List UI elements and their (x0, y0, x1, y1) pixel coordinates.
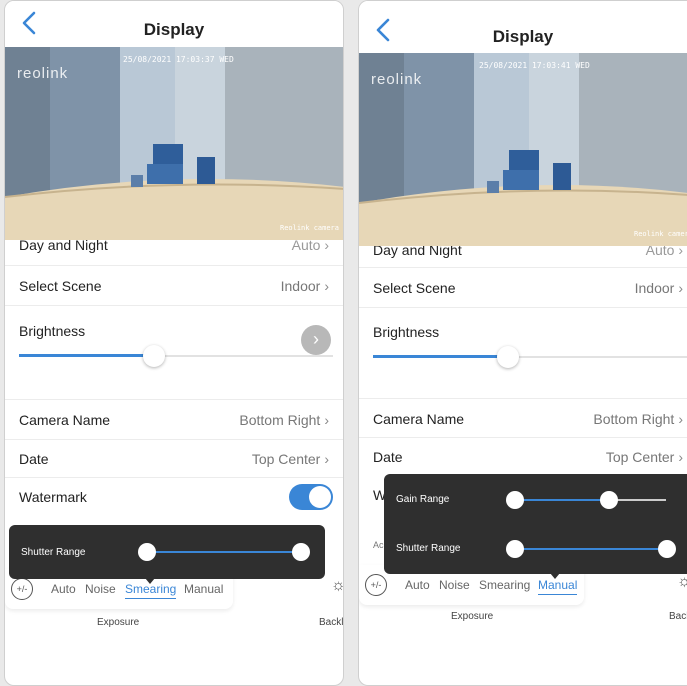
camera-name-row[interactable]: Camera Name Bottom Right › (359, 400, 687, 438)
camera-name-value: Bottom Right › (593, 411, 683, 427)
select-scene-label: Select Scene (19, 278, 102, 294)
gain-range-fill (516, 499, 609, 501)
shutter-range-track[interactable] (516, 548, 668, 550)
shutter-range-min-thumb[interactable] (506, 540, 524, 558)
camera-name-label: Camera Name (19, 412, 111, 428)
divider (359, 267, 687, 268)
watermark-label: Watermark (19, 489, 87, 505)
camera-name-row[interactable]: Camera Name Bottom Right › (5, 401, 343, 439)
date-value: Top Center › (251, 451, 329, 467)
phone-screen-right: Display 25/08/2021 17:03:41 WED reolink … (358, 0, 687, 686)
camera-name-value: Bottom Right › (239, 412, 329, 428)
range-popup: Gain Range Shutter Range (384, 474, 687, 574)
gain-range-max-thumb[interactable] (600, 491, 618, 509)
tab-auto[interactable]: Auto (405, 578, 430, 592)
header: Display (5, 1, 343, 47)
date-label: Date (373, 449, 403, 465)
date-label: Date (19, 451, 49, 467)
shutter-range-max-thumb[interactable] (658, 540, 676, 558)
chevron-right-icon: › (324, 451, 329, 467)
video-timestamp: 25/08/2021 17:03:37 WED (123, 55, 234, 64)
date-row[interactable]: Date Top Center › (359, 438, 687, 476)
divider (5, 399, 343, 400)
divider (5, 305, 343, 306)
partial-label: Ac (373, 540, 384, 550)
brightness-row: Brightness (5, 312, 343, 350)
tab-smearing[interactable]: Smearing (125, 582, 177, 599)
camera-name-label: Camera Name (373, 411, 465, 427)
date-row[interactable]: Date Top Center › (5, 440, 343, 478)
shutter-range-label: Shutter Range (396, 543, 461, 554)
shutter-range-track[interactable] (145, 551, 299, 553)
camera-preview[interactable]: 25/08/2021 17:03:41 WED reolink Reolink … (359, 53, 687, 246)
shutter-range-max-thumb[interactable] (292, 543, 310, 561)
brightness-slider-fill (373, 355, 508, 358)
exposure-plus-minus-icon[interactable]: +/- (365, 574, 387, 596)
camera-preview[interactable]: 25/08/2021 17:03:37 WED reolink Reolink … (5, 47, 343, 240)
reolink-logo: reolink (17, 65, 69, 82)
brightness-label: Brightness (19, 323, 86, 339)
tab-noise[interactable]: Noise (439, 578, 470, 592)
select-scene-value: Indoor › (280, 278, 329, 294)
tab-auto[interactable]: Auto (51, 582, 76, 596)
chevron-right-icon: › (678, 411, 683, 427)
gain-range-min-thumb[interactable] (506, 491, 524, 509)
next-arrow-button[interactable]: › (301, 325, 331, 355)
phone-screen-left: Display 25/08/2021 17:03:37 WED reolink … (4, 0, 344, 686)
camera-label: Reolink camera (279, 224, 339, 232)
divider (5, 265, 343, 266)
tab-manual[interactable]: Manual (184, 582, 223, 596)
exposure-caption: Exposure (97, 617, 140, 628)
chevron-right-icon: › (324, 278, 329, 294)
select-scene-row[interactable]: Select Scene Indoor › (359, 269, 687, 307)
brightness-slider-fill (19, 354, 154, 357)
shutter-range-popup: Shutter Range (9, 525, 325, 579)
page-title: Display (143, 20, 205, 39)
backlight-caption: Backli (319, 617, 344, 628)
select-scene-label: Select Scene (373, 280, 456, 296)
brightness-slider-thumb[interactable] (143, 345, 165, 367)
shutter-range-label: Shutter Range (21, 547, 86, 558)
exposure-caption: Exposure (451, 611, 494, 622)
brightness-label: Brightness (373, 324, 440, 340)
backlight-sun-icon[interactable]: ☼ (331, 577, 343, 599)
chevron-right-icon: › (324, 412, 329, 428)
toggle-knob (309, 486, 331, 508)
select-scene-value: Indoor › (634, 280, 683, 296)
tab-smearing[interactable]: Smearing (479, 578, 530, 592)
brightness-slider-thumb[interactable] (497, 346, 519, 368)
date-value: Top Center › (605, 449, 683, 465)
camera-label: Reolink camera (633, 230, 687, 238)
backlight-sun-icon[interactable]: ☼ (677, 573, 687, 595)
watermark-toggle[interactable] (289, 484, 333, 510)
exposure-plus-minus-icon[interactable]: +/- (11, 578, 33, 600)
select-scene-row[interactable]: Select Scene Indoor › (5, 267, 343, 305)
chevron-right-icon: › (678, 280, 683, 296)
tab-manual[interactable]: Manual (538, 578, 578, 595)
divider (359, 398, 687, 399)
gain-range-label: Gain Range (396, 494, 450, 505)
video-timestamp: 25/08/2021 17:03:41 WED (479, 61, 590, 70)
page-title: Display (492, 27, 554, 46)
chevron-right-icon: › (678, 449, 683, 465)
popup-pointer (145, 578, 155, 584)
header: Display (359, 1, 687, 53)
tab-noise[interactable]: Noise (85, 582, 116, 596)
popup-pointer (550, 573, 560, 579)
reolink-logo: reolink (371, 71, 423, 88)
brightness-row: Brightness (359, 313, 687, 351)
shutter-range-min-thumb[interactable] (138, 543, 156, 561)
backlight-caption: Back (669, 611, 687, 622)
divider (359, 307, 687, 308)
